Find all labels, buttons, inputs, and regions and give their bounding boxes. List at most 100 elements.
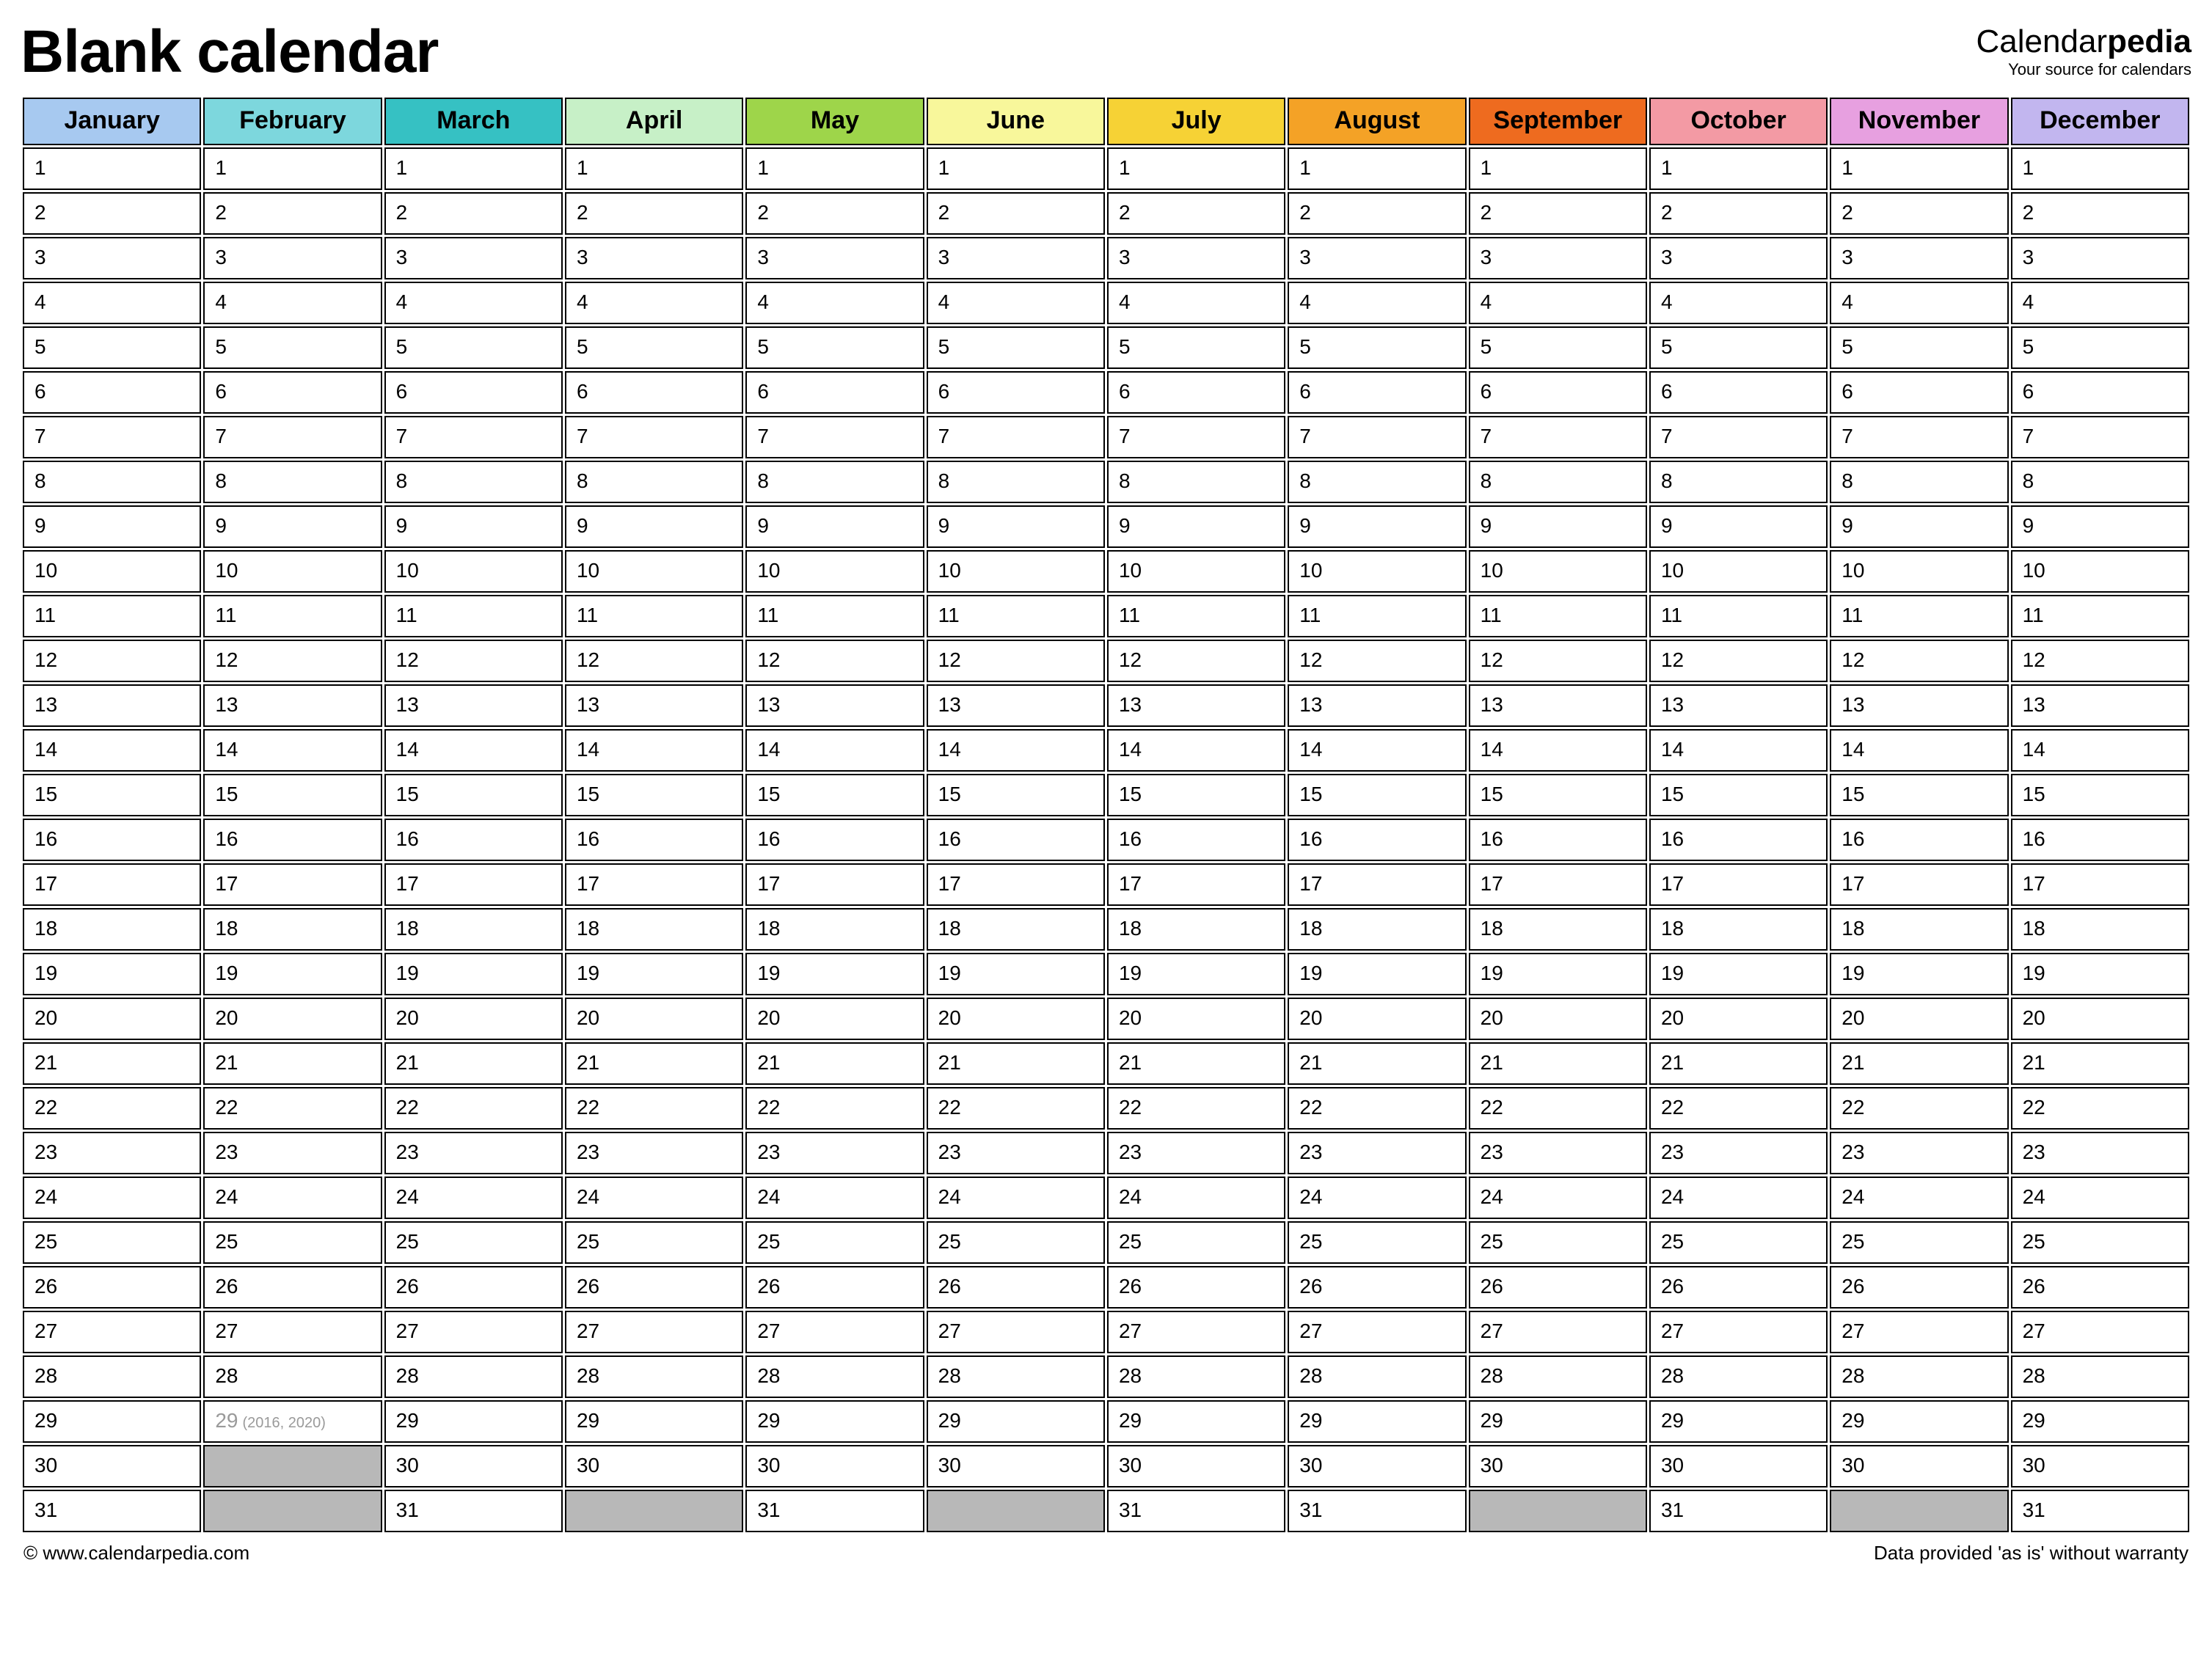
day-cell: 7 [384, 416, 563, 458]
day-cell: 28 [1107, 1355, 1285, 1398]
day-cell: 12 [1107, 640, 1285, 682]
day-cell: 30 [1288, 1445, 1466, 1487]
day-cell: 24 [203, 1177, 382, 1219]
day-cell: 19 [203, 953, 382, 995]
day-cell: 21 [565, 1042, 743, 1085]
day-cell: 13 [1469, 684, 1647, 727]
day-cell: 18 [927, 908, 1105, 951]
day-cell: 1 [745, 147, 924, 190]
day-cell: 28 [384, 1355, 563, 1398]
day-cell: 5 [745, 326, 924, 369]
day-cell: 11 [927, 595, 1105, 637]
day-cell: 10 [1107, 550, 1285, 593]
day-cell: 21 [384, 1042, 563, 1085]
day-cell: 30 [23, 1445, 201, 1487]
day-cell [1830, 1490, 2008, 1532]
day-row: 151515151515151515151515 [23, 774, 2189, 816]
day-cell: 18 [23, 908, 201, 951]
day-cell: 18 [565, 908, 743, 951]
day-cell: 26 [1469, 1266, 1647, 1309]
leap-day-note: (2016, 2020) [242, 1415, 325, 1431]
day-cell: 1 [1288, 147, 1466, 190]
day-cell: 15 [1288, 774, 1466, 816]
day-cell: 20 [384, 998, 563, 1040]
day-cell: 10 [1830, 550, 2008, 593]
day-cell: 15 [1469, 774, 1647, 816]
day-cell: 5 [565, 326, 743, 369]
day-cell: 27 [2011, 1311, 2189, 1353]
calendar-table: JanuaryFebruaryMarchAprilMayJuneJulyAugu… [21, 95, 2191, 1534]
day-row: 555555555555 [23, 326, 2189, 369]
day-cell: 16 [1830, 819, 2008, 861]
day-cell: 18 [384, 908, 563, 951]
day-cell: 27 [23, 1311, 201, 1353]
day-cell: 5 [1649, 326, 1828, 369]
day-cell: 4 [384, 282, 563, 324]
day-cell: 22 [1469, 1087, 1647, 1130]
day-cell: 9 [2011, 505, 2189, 548]
day-cell: 12 [2011, 640, 2189, 682]
day-cell: 12 [927, 640, 1105, 682]
day-cell: 5 [1288, 326, 1466, 369]
day-cell: 21 [1107, 1042, 1285, 1085]
day-cell: 14 [1107, 729, 1285, 772]
day-cell: 1 [1107, 147, 1285, 190]
day-cell: 28 [2011, 1355, 2189, 1398]
day-cell: 22 [2011, 1087, 2189, 1130]
day-cell: 14 [927, 729, 1105, 772]
day-row: 242424242424242424242424 [23, 1177, 2189, 1219]
day-cell: 28 [927, 1355, 1105, 1398]
day-cell: 14 [2011, 729, 2189, 772]
day-cell: 3 [1107, 237, 1285, 279]
day-cell: 19 [927, 953, 1105, 995]
day-cell: 9 [1288, 505, 1466, 548]
month-header-april: April [565, 98, 743, 145]
day-cell: 18 [1107, 908, 1285, 951]
day-cell: 9 [927, 505, 1105, 548]
day-cell: 6 [927, 371, 1105, 414]
month-header-january: January [23, 98, 201, 145]
day-cell: 13 [384, 684, 563, 727]
day-cell: 18 [1649, 908, 1828, 951]
day-cell: 8 [23, 461, 201, 503]
page-title: Blank calendar [21, 18, 438, 87]
day-cell: 20 [1107, 998, 1285, 1040]
day-cell: 15 [384, 774, 563, 816]
day-cell: 23 [2011, 1132, 2189, 1174]
day-cell: 3 [2011, 237, 2189, 279]
day-cell: 24 [2011, 1177, 2189, 1219]
day-cell: 10 [565, 550, 743, 593]
day-cell: 16 [2011, 819, 2189, 861]
day-cell: 11 [384, 595, 563, 637]
day-cell: 18 [1830, 908, 2008, 951]
day-cell: 2 [565, 192, 743, 235]
day-cell: 28 [203, 1355, 382, 1398]
day-cell: 28 [1469, 1355, 1647, 1398]
day-cell: 14 [745, 729, 924, 772]
day-cell: 17 [2011, 863, 2189, 906]
day-cell: 4 [1288, 282, 1466, 324]
day-cell: 10 [745, 550, 924, 593]
day-cell: 12 [23, 640, 201, 682]
day-cell: 16 [1649, 819, 1828, 861]
day-cell: 1 [203, 147, 382, 190]
day-cell: 16 [927, 819, 1105, 861]
day-cell: 11 [565, 595, 743, 637]
day-cell: 6 [565, 371, 743, 414]
day-cell: 30 [1469, 1445, 1647, 1487]
day-cell: 16 [23, 819, 201, 861]
day-cell: 20 [565, 998, 743, 1040]
day-cell: 5 [1469, 326, 1647, 369]
month-header-february: February [203, 98, 382, 145]
day-cell: 24 [1830, 1177, 2008, 1219]
day-cell: 11 [1288, 595, 1466, 637]
header: Blank calendar Calendarpedia Your source… [21, 18, 2191, 87]
day-cell: 20 [1649, 998, 1828, 1040]
day-cell: 16 [1469, 819, 1647, 861]
day-cell: 19 [384, 953, 563, 995]
day-cell: 29 [565, 1400, 743, 1443]
day-cell: 21 [2011, 1042, 2189, 1085]
day-row: 666666666666 [23, 371, 2189, 414]
calendar-body: 1111111111112222222222223333333333334444… [23, 147, 2189, 1532]
day-row: 333333333333 [23, 237, 2189, 279]
